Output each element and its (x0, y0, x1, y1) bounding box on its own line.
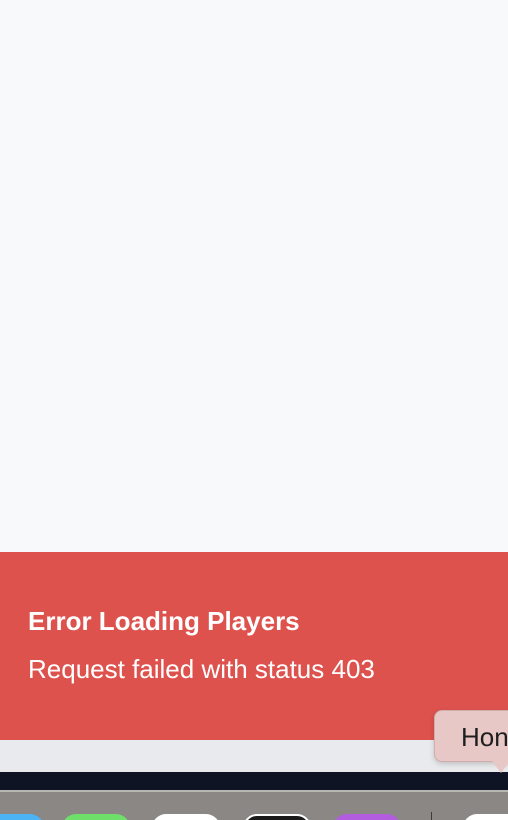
error-toast (0, 552, 508, 740)
dock-divider (431, 812, 432, 820)
main-content-area (0, 0, 508, 552)
finder-icon[interactable] (0, 814, 44, 820)
app-icon[interactable] (463, 814, 508, 820)
tooltip-label: Hon (461, 722, 508, 752)
error-title: Error Loading Players (28, 606, 300, 636)
dock (0, 790, 508, 820)
messages-icon[interactable] (62, 814, 130, 820)
dock-tooltip: Hon (434, 710, 508, 762)
terminal-icon[interactable] (243, 814, 311, 820)
chrome-icon[interactable] (152, 814, 220, 820)
footer-strip (0, 740, 508, 772)
error-message: Request failed with status 403 (28, 654, 375, 684)
podcasts-icon[interactable] (333, 814, 401, 820)
tooltip-arrow (492, 761, 508, 773)
window-bottom-bar (0, 772, 508, 790)
